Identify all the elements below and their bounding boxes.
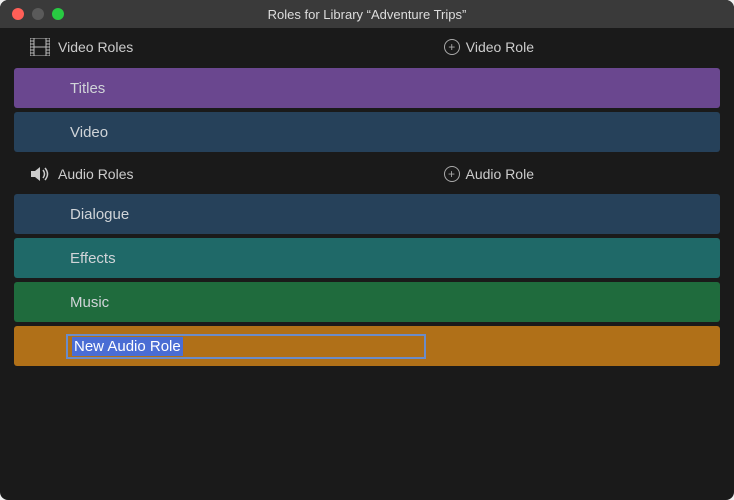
role-label: Effects	[70, 250, 116, 267]
role-row-new-audio[interactable]: New Audio Role	[14, 326, 720, 366]
role-row-titles[interactable]: Titles	[14, 68, 720, 108]
role-name-input[interactable]: New Audio Role	[66, 334, 426, 359]
role-row-video[interactable]: Video	[14, 112, 720, 152]
traffic-lights	[12, 8, 64, 20]
roles-editor-window: Roles for Library “Adventure Trips”	[0, 0, 734, 500]
titlebar[interactable]: Roles for Library “Adventure Trips”	[0, 0, 734, 28]
video-roles-header: Video Roles + Video Role	[0, 28, 734, 64]
plus-icon: +	[444, 166, 460, 182]
window-title: Roles for Library “Adventure Trips”	[0, 7, 734, 22]
role-label: Video	[70, 124, 108, 141]
role-label: Titles	[70, 80, 105, 97]
role-label: Dialogue	[70, 206, 129, 223]
video-roles-label: Video Roles	[58, 39, 133, 55]
role-label: Music	[70, 294, 109, 311]
minimize-button[interactable]	[32, 8, 44, 20]
plus-icon: +	[444, 39, 460, 55]
audio-roles-label: Audio Roles	[58, 166, 134, 182]
add-audio-role-button[interactable]: + Audio Role	[444, 166, 535, 182]
video-icon	[30, 38, 58, 56]
role-row-effects[interactable]: Effects	[14, 238, 720, 278]
role-row-music[interactable]: Music	[14, 282, 720, 322]
role-row-dialogue[interactable]: Dialogue	[14, 194, 720, 234]
add-video-role-label: Video Role	[466, 39, 534, 55]
zoom-button[interactable]	[52, 8, 64, 20]
close-button[interactable]	[12, 8, 24, 20]
add-audio-role-label: Audio Role	[466, 166, 535, 182]
audio-icon	[30, 166, 58, 182]
content: Video Roles + Video Role Titles Video Au…	[0, 28, 734, 366]
audio-roles-header: Audio Roles + Audio Role	[0, 156, 734, 190]
add-video-role-button[interactable]: + Video Role	[444, 39, 534, 55]
